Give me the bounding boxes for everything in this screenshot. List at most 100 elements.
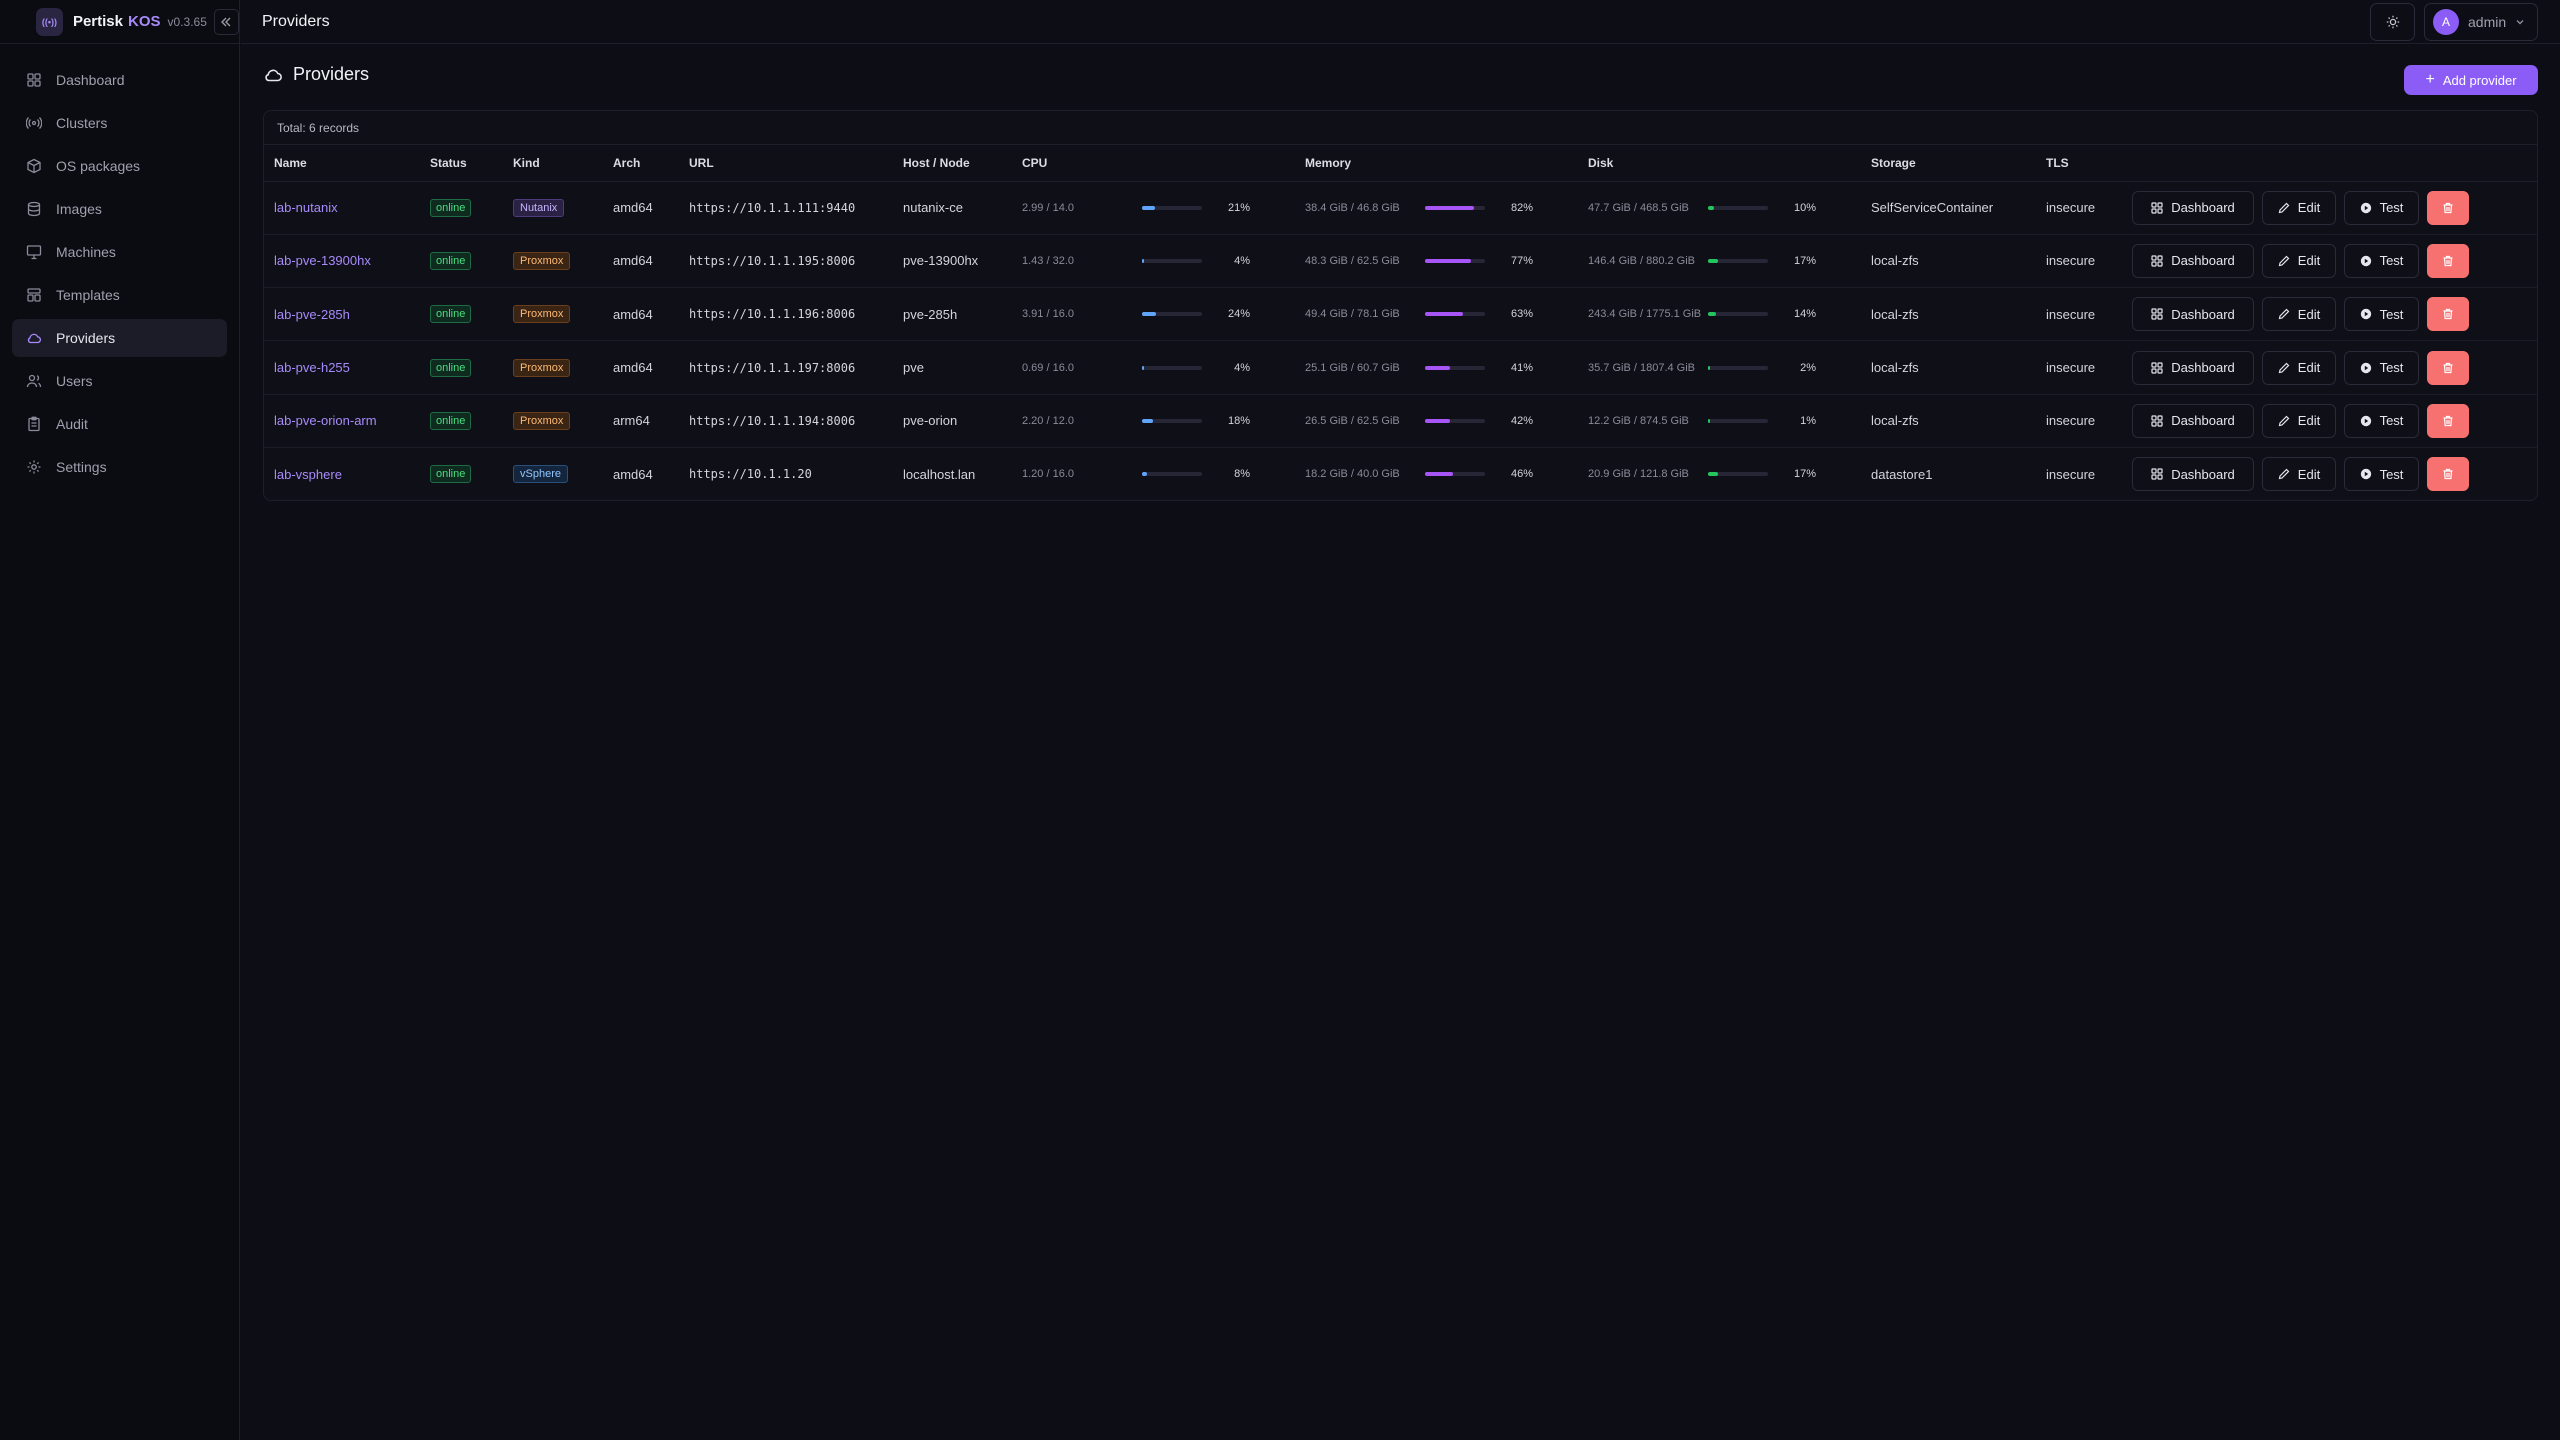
disk-usage-fill xyxy=(1708,258,1719,263)
sidebar-item-settings[interactable]: Settings xyxy=(12,448,227,486)
collapse-sidebar-button[interactable] xyxy=(213,8,239,35)
cell-kind: Proxmox xyxy=(503,234,603,289)
mem-usage-percent: 77% xyxy=(1510,254,1533,267)
monitor-icon xyxy=(26,244,42,260)
test-button[interactable]: Test xyxy=(2344,243,2419,278)
delete-button[interactable] xyxy=(2427,243,2469,278)
template-icon xyxy=(26,287,42,303)
cell-storage: local-zfs xyxy=(1861,234,2036,289)
test-button[interactable]: Test xyxy=(2344,350,2419,385)
cell-memory: 49.4 GiB / 78.1 GiB 63% xyxy=(1295,287,1578,342)
mem-usage: 26.5 GiB / 62.5 GiB 42% xyxy=(1305,415,1578,427)
test-button[interactable]: Test xyxy=(2344,403,2419,438)
disk-usage-bar xyxy=(1708,258,1768,263)
package-icon xyxy=(26,158,42,174)
cell-cpu: 1.20 / 16.0 8% xyxy=(1012,447,1295,500)
cpu-usage-fill xyxy=(1142,205,1155,210)
dashboard-button[interactable]: Dashboard xyxy=(2132,403,2254,438)
theme-toggle-button[interactable] xyxy=(2370,3,2415,41)
kind-badge: Nutanix xyxy=(513,198,565,217)
edit-button[interactable]: Edit xyxy=(2262,457,2336,492)
grid-icon xyxy=(2151,255,2163,267)
sidebar-item-dashboard[interactable]: Dashboard xyxy=(12,61,227,99)
dashboard-button-label: Dashboard xyxy=(2171,466,2235,482)
dashboard-button[interactable]: Dashboard xyxy=(2132,243,2254,278)
table-row: lab-nutanix online Nutanix amd64 https:/… xyxy=(264,181,2537,235)
cell-kind: Proxmox xyxy=(503,340,603,395)
cell-cpu: 2.99 / 14.0 21% xyxy=(1012,181,1295,235)
providers-table: Name Status Kind Arch URL Host / Node CPU Memor… xyxy=(264,145,2537,501)
sidebar-item-users[interactable]: Users xyxy=(12,362,227,400)
sidebar-item-machines[interactable]: Machines xyxy=(12,233,227,271)
test-button[interactable]: Test xyxy=(2344,457,2419,492)
cell-disk: 146.4 GiB / 880.2 GiB 17% xyxy=(1578,234,1861,289)
user-menu-button[interactable]: A admin xyxy=(2424,3,2538,41)
cell-actions: Dashboard Edit Test xyxy=(2122,340,2537,395)
provider-name-link[interactable]: lab-nutanix xyxy=(274,200,338,215)
cell-tls: insecure xyxy=(2036,234,2122,289)
mem-usage-bar xyxy=(1425,312,1485,317)
sidebar-item-images[interactable]: Images xyxy=(12,190,227,228)
add-provider-button[interactable]: + Add provider xyxy=(2404,65,2538,95)
provider-name-link[interactable]: lab-pve-13900hx xyxy=(274,253,371,268)
provider-name-link[interactable]: lab-pve-285h xyxy=(274,307,350,322)
cell-url: https://10.1.1.196:8006 xyxy=(679,287,893,342)
sidebar-item-clusters[interactable]: Clusters xyxy=(12,104,227,142)
cell-status: online xyxy=(420,234,503,289)
dashboard-button[interactable]: Dashboard xyxy=(2132,190,2254,225)
edit-button[interactable]: Edit xyxy=(2262,243,2336,278)
cpu-usage-bar xyxy=(1142,258,1202,263)
test-button-label: Test xyxy=(2379,306,2404,322)
delete-button[interactable] xyxy=(2427,403,2469,438)
column-header-cpu: CPU xyxy=(1012,145,1295,182)
cloud-icon xyxy=(263,65,283,85)
cell-memory: 25.1 GiB / 60.7 GiB 41% xyxy=(1295,340,1578,395)
sidebar-item-os-packages[interactable]: OS packages xyxy=(12,147,227,185)
cell-cpu: 3.91 / 16.0 24% xyxy=(1012,287,1295,342)
test-button[interactable]: Test xyxy=(2344,297,2419,332)
cell-actions: Dashboard Edit Test xyxy=(2122,234,2537,289)
clipboard-icon xyxy=(26,416,42,432)
sidebar-item-templates[interactable]: Templates xyxy=(12,276,227,314)
pencil-icon xyxy=(2278,255,2290,267)
pencil-icon xyxy=(2278,362,2290,374)
sidebar-item-providers[interactable]: Providers xyxy=(12,319,227,357)
table-row: lab-pve-orion-arm online Proxmox arm64 h… xyxy=(264,394,2537,448)
test-button-label: Test xyxy=(2379,200,2404,216)
mem-usage-fill xyxy=(1425,418,1451,423)
disk-usage-bar xyxy=(1708,365,1768,370)
cell-status: online xyxy=(420,340,503,395)
test-button[interactable]: Test xyxy=(2344,190,2419,225)
cpu-usage-text: 3.91 / 16.0 xyxy=(1022,308,1074,321)
delete-button[interactable] xyxy=(2427,457,2469,492)
sidebar-item-audit[interactable]: Audit xyxy=(12,405,227,443)
cell-tls: insecure xyxy=(2036,340,2122,395)
provider-name-link[interactable]: lab-vsphere xyxy=(274,467,342,482)
delete-button[interactable] xyxy=(2427,350,2469,385)
table-row: lab-pve-285h online Proxmox amd64 https:… xyxy=(264,287,2537,342)
provider-name-link[interactable]: lab-pve-orion-arm xyxy=(274,413,377,428)
edit-button[interactable]: Edit xyxy=(2262,297,2336,332)
column-header-name: Name xyxy=(264,145,420,182)
delete-button[interactable] xyxy=(2427,190,2469,225)
disk-usage-bar xyxy=(1708,312,1768,317)
disk-usage-text: 146.4 GiB / 880.2 GiB xyxy=(1588,254,1696,267)
delete-button[interactable] xyxy=(2427,297,2469,332)
gear-icon xyxy=(26,459,42,475)
dashboard-button[interactable]: Dashboard xyxy=(2132,297,2254,332)
edit-button[interactable]: Edit xyxy=(2262,190,2336,225)
cpu-usage-fill xyxy=(1142,365,1145,370)
cpu-usage: 3.91 / 16.0 24% xyxy=(1022,308,1295,320)
cpu-usage: 2.99 / 14.0 21% xyxy=(1022,202,1295,214)
disk-usage: 47.7 GiB / 468.5 GiB 10% xyxy=(1588,202,1861,214)
trash-icon xyxy=(2442,415,2454,427)
edit-button[interactable]: Edit xyxy=(2262,403,2336,438)
dashboard-button[interactable]: Dashboard xyxy=(2132,350,2254,385)
grid-icon xyxy=(2151,415,2163,427)
cell-disk: 20.9 GiB / 121.8 GiB 17% xyxy=(1578,447,1861,500)
provider-name-link[interactable]: lab-pve-h255 xyxy=(274,360,350,375)
add-provider-label: Add provider xyxy=(2442,72,2517,88)
dashboard-button[interactable]: Dashboard xyxy=(2132,457,2254,492)
edit-button-label: Edit xyxy=(2297,466,2321,482)
edit-button[interactable]: Edit xyxy=(2262,350,2336,385)
